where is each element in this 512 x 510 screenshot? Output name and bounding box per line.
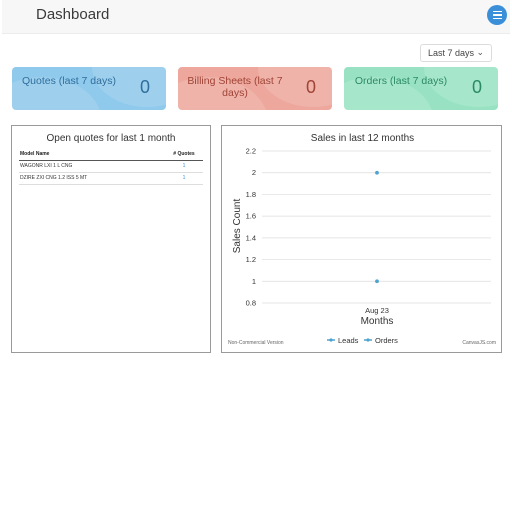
y-tick-label: 1.2 bbox=[246, 255, 256, 264]
chart-title: Sales in last 12 months bbox=[311, 133, 414, 144]
open-quotes-panel: Open quotes for last 1 month Model Name … bbox=[11, 125, 211, 353]
y-axis-title: Sales Count bbox=[232, 199, 243, 254]
billing-sheets-card-value: 0 bbox=[305, 77, 316, 97]
x-axis-title: Months bbox=[361, 316, 394, 327]
data-point-leads[interactable] bbox=[375, 170, 379, 175]
legend-label-orders: Orders bbox=[375, 336, 398, 345]
data-point-orders[interactable] bbox=[375, 279, 379, 284]
legend-dot-orders bbox=[366, 338, 370, 342]
table-row: DZIRE ZXI CNG 1.2 ISS 5 MT 1 bbox=[19, 172, 203, 185]
orders-card-value: 0 bbox=[471, 77, 482, 97]
table-header-row: Model Name # Quotes bbox=[19, 149, 203, 161]
orders-card-label: Orders (last 7 days) bbox=[354, 75, 448, 87]
hamburger-icon[interactable] bbox=[487, 5, 507, 25]
orders-card[interactable]: Orders (last 7 days) 0 bbox=[344, 67, 498, 110]
y-tick-label: 1.8 bbox=[246, 190, 256, 199]
quote-count-link[interactable]: 1 bbox=[165, 160, 203, 173]
chart-watermark-right: CanvasJS.com bbox=[462, 340, 496, 346]
top-bar: Dashboard bbox=[2, 0, 510, 34]
legend-label-leads: Leads bbox=[338, 336, 359, 345]
model-name-cell: DZIRE ZXI CNG 1.2 ISS 5 MT bbox=[19, 172, 165, 185]
sales-chart: Sales in last 12 months 2.2 2 1.8 1.6 1.4 1.2… bbox=[228, 133, 496, 346]
column-header-model: Model Name bbox=[19, 149, 165, 161]
date-range-select[interactable]: Last 7 days ⌄ bbox=[420, 44, 492, 62]
chart-legend[interactable]: Leads Orders bbox=[327, 336, 398, 345]
quotes-card[interactable]: Quotes (last 7 days) 0 bbox=[12, 67, 166, 110]
x-tick-label: Aug 23 bbox=[365, 306, 389, 315]
chevron-down-icon: ⌄ bbox=[476, 47, 484, 57]
open-quotes-title: Open quotes for last 1 month bbox=[46, 133, 176, 144]
billing-sheets-card[interactable]: Billing Sheets (last 7 days) 0 bbox=[178, 67, 332, 110]
quote-count-link[interactable]: 1 bbox=[165, 172, 203, 185]
open-quotes-table: Model Name # Quotes WAGONR LXI 1 L CNG 1… bbox=[19, 149, 203, 185]
quotes-card-label: Quotes (last 7 days) bbox=[22, 75, 116, 87]
chart-watermark-left: Non-Commercial Version bbox=[228, 340, 284, 346]
sales-chart-panel: Sales in last 12 months 2.2 2 1.8 1.6 1.4 1.2… bbox=[221, 125, 502, 353]
y-tick-label: 0.8 bbox=[246, 299, 256, 308]
table-row: WAGONR LXI 1 L CNG 1 bbox=[19, 160, 203, 173]
billing-sheets-card-label: Billing Sheets (last 7 days) bbox=[187, 75, 283, 99]
quotes-card-value: 0 bbox=[139, 77, 150, 97]
y-tick-label: 2 bbox=[252, 168, 256, 177]
y-tick-label: 1.6 bbox=[246, 212, 256, 221]
y-tick-label: 1.4 bbox=[246, 233, 256, 242]
y-tick-label: 1 bbox=[252, 277, 256, 286]
page-title: Dashboard bbox=[36, 6, 110, 23]
column-header-quotes: # Quotes bbox=[165, 149, 203, 161]
date-range-value: Last 7 days bbox=[428, 48, 475, 58]
legend-dot-leads bbox=[329, 338, 333, 342]
model-name-cell: WAGONR LXI 1 L CNG bbox=[19, 160, 165, 173]
y-tick-label: 2.2 bbox=[246, 147, 256, 156]
